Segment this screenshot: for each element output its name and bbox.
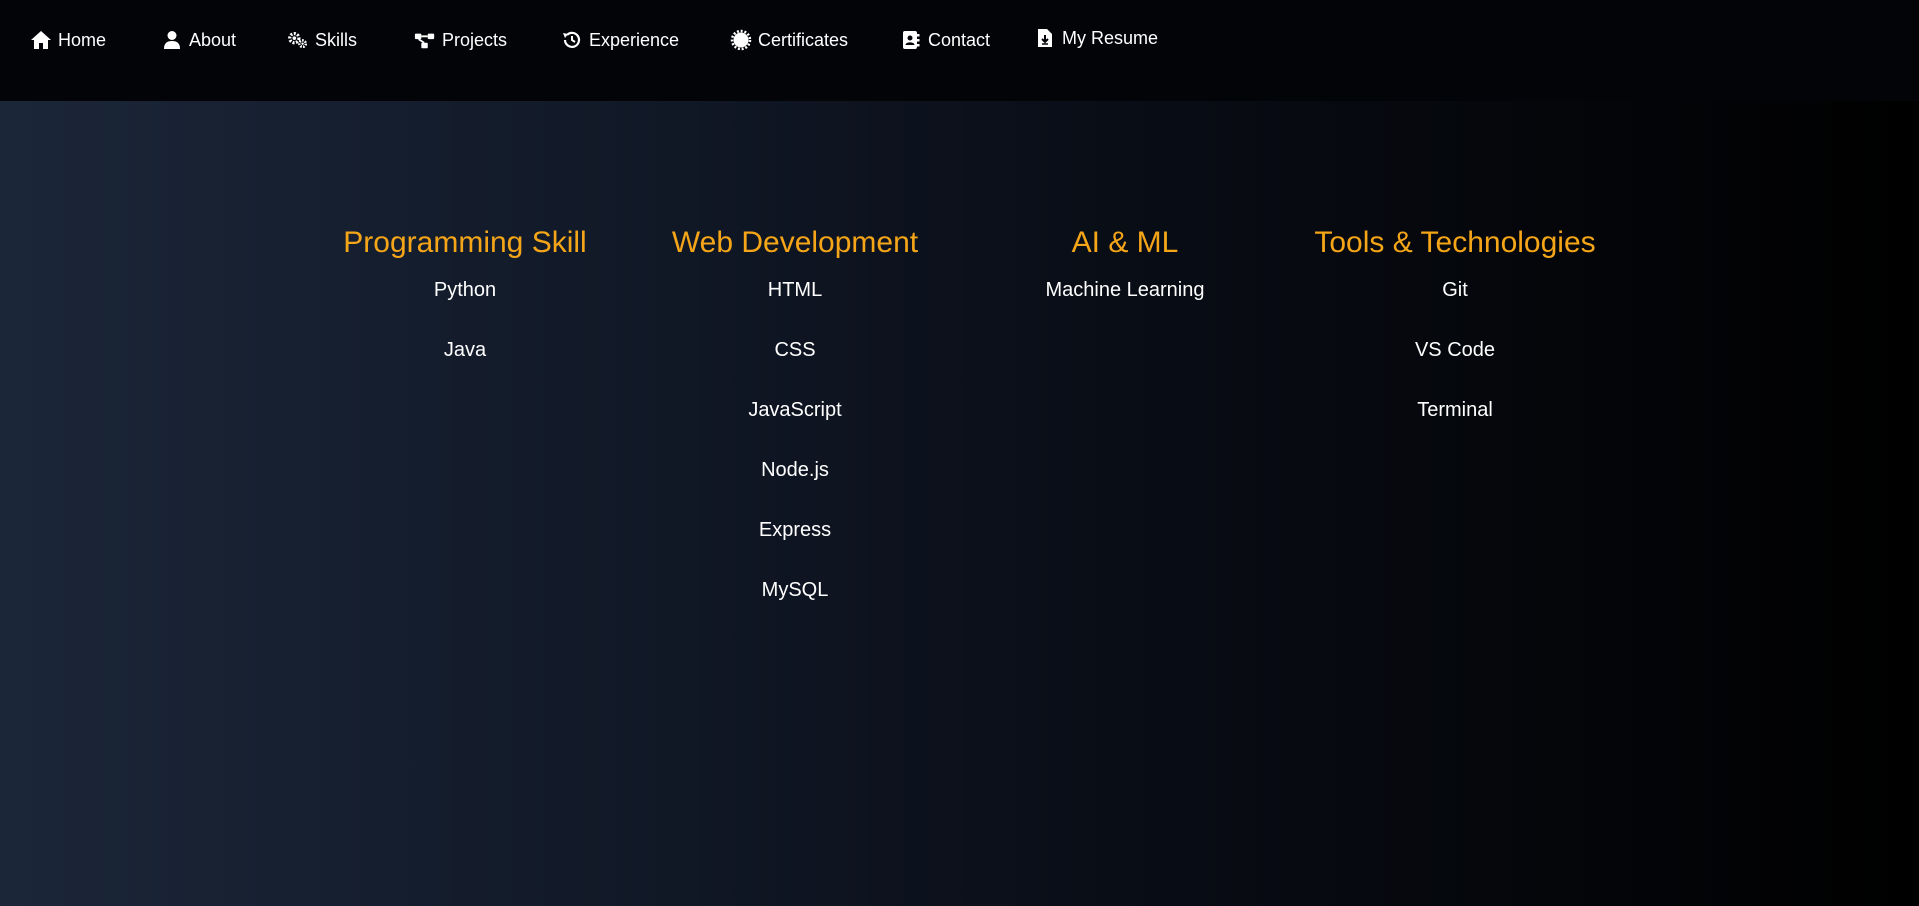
nav-about-label: About bbox=[189, 29, 237, 50]
skill-item: Machine Learning bbox=[1045, 279, 1205, 301]
history-icon bbox=[561, 29, 583, 51]
nav-home-link[interactable]: Home bbox=[30, 28, 106, 52]
skill-category-title: Web Development bbox=[671, 226, 919, 259]
nav-projects-link[interactable]: Projects bbox=[414, 28, 507, 52]
nav-contact-link[interactable]: Contact bbox=[900, 28, 990, 52]
skill-item: VS Code bbox=[1414, 339, 1496, 361]
skill-item: CSS bbox=[774, 339, 816, 361]
nav-home-label: Home bbox=[58, 29, 107, 50]
resume-label: My Resume bbox=[1062, 27, 1159, 48]
skill-item: MySQL bbox=[761, 579, 829, 601]
home-icon bbox=[30, 29, 52, 51]
skill-category-title: Programming Skill bbox=[343, 226, 587, 259]
skill-category-tools: Tools & Technologies Git VS Code Termina… bbox=[1290, 225, 1620, 458]
skill-list: Python Java bbox=[300, 278, 630, 362]
nav-certificates-label: Certificates bbox=[758, 29, 849, 50]
skill-list: Machine Learning bbox=[960, 278, 1290, 302]
address-book-icon bbox=[900, 29, 922, 51]
gears-icon bbox=[287, 29, 309, 51]
user-icon bbox=[161, 29, 183, 51]
skill-list: HTML CSS JavaScript Node.js Express MySQ… bbox=[630, 278, 960, 602]
nav-experience-link[interactable]: Experience bbox=[561, 28, 679, 52]
nav-about-link[interactable]: About bbox=[161, 28, 236, 52]
nav-projects-label: Projects bbox=[442, 29, 508, 50]
skill-category-web-development: Web Development HTML CSS JavaScript Node… bbox=[630, 225, 960, 638]
skill-item: Java bbox=[443, 339, 487, 361]
skill-list: Git VS Code Terminal bbox=[1290, 278, 1620, 422]
nav-experience-label: Experience bbox=[589, 29, 680, 50]
skill-item: Express bbox=[758, 519, 832, 541]
resume-link[interactable]: My Resume bbox=[1034, 26, 1158, 50]
skill-category-ai-ml: AI & ML Machine Learning bbox=[960, 225, 1290, 338]
skills-section: Programming Skill Python Java Web Develo… bbox=[0, 101, 1919, 906]
skill-item: Terminal bbox=[1417, 399, 1493, 421]
skill-category-programming: Programming Skill Python Java bbox=[300, 225, 630, 398]
skill-item: HTML bbox=[767, 279, 823, 301]
skill-category-title: Tools & Technologies bbox=[1314, 226, 1596, 259]
nav-certificates-link[interactable]: Certificates bbox=[730, 28, 848, 52]
skill-item: Node.js bbox=[761, 459, 829, 481]
project-diagram-icon bbox=[414, 29, 436, 51]
skill-category-title: AI & ML bbox=[1071, 226, 1179, 259]
nav-skills-link[interactable]: Skills bbox=[287, 28, 357, 52]
nav-contact-label: Contact bbox=[928, 29, 991, 50]
skill-item: JavaScript bbox=[748, 399, 842, 421]
top-navbar: Home About Skills Projects Experience Ce… bbox=[0, 0, 1919, 101]
nav-skills-label: Skills bbox=[315, 29, 358, 50]
skill-item: Python bbox=[433, 279, 497, 301]
file-download-icon bbox=[1034, 27, 1056, 49]
skill-item: Git bbox=[1442, 279, 1468, 301]
certificate-icon bbox=[730, 29, 752, 51]
